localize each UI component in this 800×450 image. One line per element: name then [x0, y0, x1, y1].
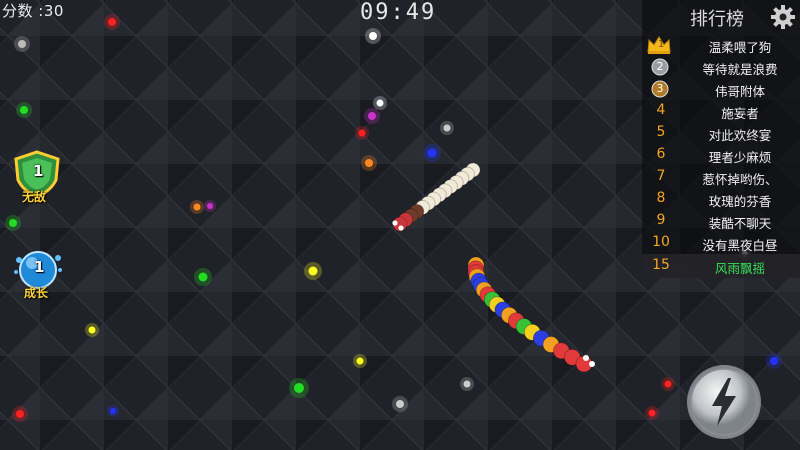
food-pellet: [110, 408, 116, 414]
grow-count: 1: [34, 258, 45, 276]
food-pellet: [770, 357, 778, 365]
food-pellet: [108, 18, 116, 26]
leaderboard-row: 3 伟哥附体: [642, 78, 800, 100]
food-pellet: [294, 383, 304, 393]
player-name: 对此欢终宴: [708, 128, 772, 143]
food-pellet: [193, 203, 201, 211]
rank-number: 8: [656, 190, 666, 206]
rank-number: 5: [656, 124, 666, 140]
gear-icon[interactable]: [770, 4, 796, 30]
food-pellet: [369, 32, 377, 40]
leaderboard-panel: 排行榜 1 温柔喂了狗 2 等待就是浪费 3 伟哥附体 4 施妄者 5 对此欢终宴 6 理者少麻烦 7 惹…: [642, 0, 800, 278]
leaderboard-row: 2 等待就是浪费: [642, 56, 800, 78]
rank-number: 2: [656, 60, 664, 73]
leaderboard-row: 4 施妄者: [642, 100, 800, 122]
food-pellet: [16, 410, 24, 418]
rank-number: 7: [656, 168, 666, 184]
food-pellet: [308, 266, 318, 276]
food-pellet: [358, 129, 366, 137]
speed-boost-button[interactable]: [686, 364, 762, 440]
grow-label: 成长: [24, 286, 49, 300]
snake-eye: [398, 225, 404, 231]
player-name: 温柔喂了狗: [708, 40, 772, 55]
leaderboard-row: 10 没有黑夜白昼: [642, 232, 800, 254]
food-pellet: [198, 272, 208, 282]
food-pellet: [648, 409, 656, 417]
player-name: 装酷不聊天: [708, 216, 772, 231]
leaderboard-row: 6 理者少麻烦: [642, 144, 800, 166]
my-rank-row: 15 风雨飘摇: [642, 254, 800, 278]
snake-eye: [583, 355, 589, 361]
rank-number: 1: [657, 39, 665, 50]
food-pellet: [443, 124, 451, 132]
leaderboard-header: 排行榜: [642, 0, 800, 34]
food-pellet: [365, 159, 373, 167]
food-pellet: [427, 148, 437, 158]
shield-count: 1: [33, 162, 44, 180]
food-pellet: [9, 219, 17, 227]
game-timer: 09:49: [360, 0, 437, 25]
rank-number: 9: [656, 212, 666, 228]
food-pellet: [88, 326, 96, 334]
rank-number: 4: [656, 102, 666, 118]
shield-powerup[interactable]: 1 无敌: [12, 150, 62, 206]
player-name: 玫瑰的芬香: [708, 194, 772, 209]
player-name: 等待就是浪费: [702, 62, 778, 77]
food-pellet: [463, 380, 471, 388]
leaderboard-title: 排行榜: [690, 9, 744, 30]
player-name: 施妄者: [721, 106, 759, 121]
food-pellet: [396, 400, 404, 408]
leaderboard-row: 7 惹怀掉哟伤、: [642, 166, 800, 188]
rank-number: 3: [656, 82, 664, 95]
food-pellet: [18, 40, 26, 48]
leaderboard-row: 9 装酷不聊天: [642, 210, 800, 232]
food-pellet: [356, 357, 364, 365]
snake-eye: [589, 361, 595, 367]
food-pellet: [664, 380, 672, 388]
my-rank: 15: [652, 257, 670, 273]
player-name: 伟哥附体: [714, 84, 765, 99]
food-pellet: [368, 112, 376, 120]
score-display: 分数 :30: [2, 2, 64, 20]
rank-number: 10: [652, 234, 670, 250]
my-name: 风雨飘摇: [714, 261, 765, 276]
food-pellet: [376, 99, 384, 107]
leaderboard-row: 1 温柔喂了狗: [642, 34, 800, 56]
grow-powerup[interactable]: 1 成长: [12, 248, 64, 304]
rank-number: 6: [656, 146, 666, 162]
player-name: 惹怀掉哟伤、: [702, 172, 778, 187]
leaderboard-row: 8 玫瑰的芬香: [642, 188, 800, 210]
shield-label: 无敌: [22, 190, 47, 204]
player-name: 理者少麻烦: [708, 150, 772, 165]
leaderboard-row: 5 对此欢终宴: [642, 122, 800, 144]
snake-eye: [392, 220, 398, 226]
food-pellet: [20, 106, 28, 114]
player-name: 没有黑夜白昼: [702, 238, 778, 253]
food-pellet: [207, 203, 213, 209]
